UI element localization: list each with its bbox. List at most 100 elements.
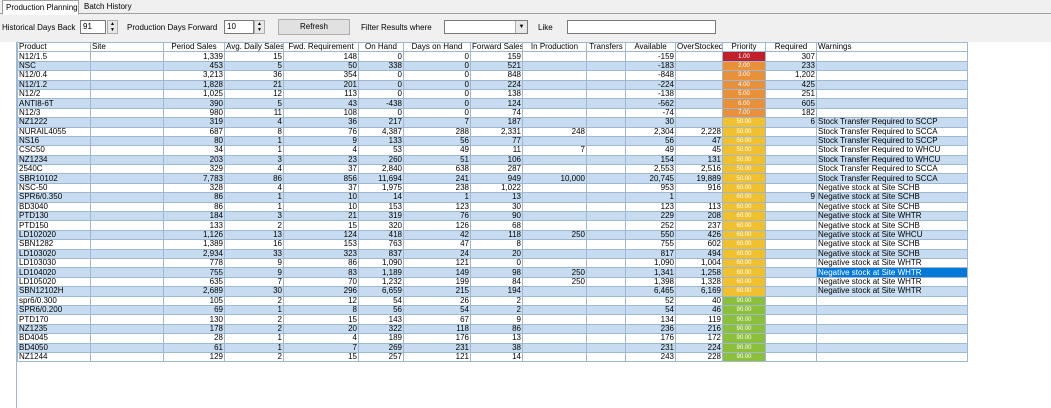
table-row[interactable]: NS16 80 1 9 133 56 77 56 47 50.00 Stock Transfer R… [17, 135, 968, 147]
priority-cell[interactable]: 50.00 [722, 154, 766, 166]
table-cell[interactable]: 7 [403, 117, 471, 128]
priority-cell[interactable]: 4.00 [722, 79, 766, 90]
table-cell[interactable]: 1 [403, 192, 471, 203]
table-cell[interactable]: 13 [224, 229, 284, 241]
table-cell[interactable]: 61 [163, 342, 225, 353]
warning-cell[interactable]: Negative stock at Site WHTR [816, 211, 968, 222]
table-cell[interactable]: 67 [403, 314, 471, 325]
warning-cell[interactable] [816, 98, 968, 109]
table-cell[interactable]: 53 [358, 145, 404, 156]
table-row[interactable]: NSC-50 328 4 37 1,975 238 1,022 953 916 60.00 Nega… [17, 182, 968, 194]
table-cell[interactable] [586, 211, 626, 222]
table-cell[interactable]: 216 [675, 323, 723, 335]
table-cell[interactable]: 494 [675, 248, 723, 260]
warning-cell[interactable] [816, 351, 968, 363]
table-cell[interactable]: 176 [403, 333, 471, 344]
table-cell[interactable]: 329 [163, 164, 225, 175]
table-row[interactable]: PTD150 133 2 15 320 126 68 252 237 60.00 Negative … [17, 220, 968, 231]
table-cell[interactable]: 23 [283, 154, 359, 166]
table-cell[interactable]: 159 [470, 51, 523, 62]
table-cell[interactable]: 12 [283, 295, 359, 306]
column-header[interactable]: Transfers [586, 42, 626, 53]
table-cell[interactable]: 1,328 [675, 276, 723, 288]
table-row[interactable]: BD4050 61 1 7 269 231 38 231 224 90.00 [17, 342, 968, 353]
down-arrow-icon[interactable]: ▼ [108, 27, 117, 33]
table-cell[interactable]: NSC [17, 60, 91, 72]
table-cell[interactable]: 51 [403, 154, 471, 166]
table-cell[interactable] [586, 342, 626, 353]
table-cell[interactable] [765, 145, 817, 156]
warning-cell[interactable] [816, 88, 968, 100]
table-cell[interactable]: 40 [675, 295, 723, 306]
table-cell[interactable]: 237 [675, 220, 723, 231]
table-cell[interactable] [90, 145, 164, 156]
table-cell[interactable]: 296 [283, 286, 359, 297]
table-row[interactable]: LD102020 1,126 13 124 418 42 118 250 550 426 60.00… [17, 229, 968, 241]
table-cell[interactable]: 1 [224, 201, 284, 213]
table-cell[interactable] [90, 192, 164, 203]
table-cell[interactable]: 231 [625, 342, 676, 353]
warning-cell[interactable]: Stock Transfer Required to SCCP [816, 117, 968, 128]
table-cell[interactable]: 6,169 [675, 286, 723, 297]
table-cell[interactable]: 56 [358, 304, 404, 316]
table-cell[interactable] [90, 276, 164, 288]
table-cell[interactable]: 15 [224, 51, 284, 62]
priority-cell[interactable]: 60.00 [722, 239, 766, 250]
table-cell[interactable]: 36 [224, 70, 284, 81]
table-cell[interactable] [90, 51, 164, 62]
table-cell[interactable]: 260 [358, 154, 404, 166]
priority-cell[interactable]: 90.00 [722, 323, 766, 335]
table-cell[interactable]: 2 [224, 220, 284, 231]
table-cell[interactable]: -183 [625, 60, 676, 72]
table-cell[interactable]: N12/0.4 [17, 70, 91, 81]
table-cell[interactable] [522, 79, 587, 90]
table-cell[interactable]: 250 [522, 229, 587, 241]
table-cell[interactable] [586, 248, 626, 260]
column-header[interactable]: Priority [722, 42, 766, 53]
table-cell[interactable]: 124 [470, 98, 523, 109]
table-cell[interactable]: 20 [283, 323, 359, 335]
table-cell[interactable]: 56 [625, 135, 676, 147]
table-cell[interactable]: BD3040 [17, 201, 91, 213]
table-cell[interactable]: 182 [765, 107, 817, 119]
warning-cell[interactable]: Negative stock at Site SCHB [816, 239, 968, 250]
priority-cell[interactable]: 60.00 [722, 267, 766, 278]
table-cell[interactable] [586, 267, 626, 278]
priority-cell[interactable]: 60.00 [722, 182, 766, 194]
table-cell[interactable]: 14 [358, 192, 404, 203]
table-cell[interactable] [675, 60, 723, 72]
table-cell[interactable]: 426 [675, 229, 723, 241]
table-cell[interactable]: 9 [765, 192, 817, 203]
table-cell[interactable] [675, 107, 723, 119]
production-days-stepper[interactable]: ▲ ▼ [254, 20, 265, 34]
table-cell[interactable]: 1,398 [625, 276, 676, 288]
column-header[interactable]: Required [765, 42, 817, 53]
table-cell[interactable]: PTD150 [17, 220, 91, 231]
table-cell[interactable]: 550 [625, 229, 676, 241]
table-cell[interactable] [90, 164, 164, 175]
table-cell[interactable] [765, 286, 817, 297]
table-cell[interactable]: 9 [283, 135, 359, 147]
table-cell[interactable]: 2,840 [358, 164, 404, 175]
table-cell[interactable] [522, 257, 587, 269]
table-cell[interactable] [586, 107, 626, 119]
table-cell[interactable]: 54 [625, 304, 676, 316]
table-row[interactable]: LD103030 778 9 86 1,090 121 0 1,090 1,004 60.00 Ne… [17, 257, 968, 269]
table-cell[interactable]: BD4050 [17, 342, 91, 353]
priority-cell[interactable]: 90.00 [722, 351, 766, 363]
table-row[interactable]: N12/1.2 1,828 21 201 0 0 224 -224 4.00 425 [17, 79, 968, 90]
warning-cell[interactable] [816, 51, 968, 62]
table-cell[interactable]: 83 [283, 267, 359, 278]
table-cell[interactable]: 6,465 [625, 286, 676, 297]
table-cell[interactable] [522, 51, 587, 62]
table-cell[interactable]: 7 [283, 342, 359, 353]
table-cell[interactable]: 86 [283, 257, 359, 269]
table-cell[interactable]: 2,228 [675, 126, 723, 137]
table-cell[interactable] [586, 286, 626, 297]
table-cell[interactable] [90, 286, 164, 297]
historical-days-stepper[interactable]: ▲ ▼ [107, 20, 118, 34]
priority-cell[interactable]: 90.00 [722, 295, 766, 306]
table-cell[interactable]: 1,975 [358, 182, 404, 194]
table-cell[interactable] [765, 239, 817, 250]
down-arrow-icon[interactable]: ▼ [255, 27, 264, 33]
